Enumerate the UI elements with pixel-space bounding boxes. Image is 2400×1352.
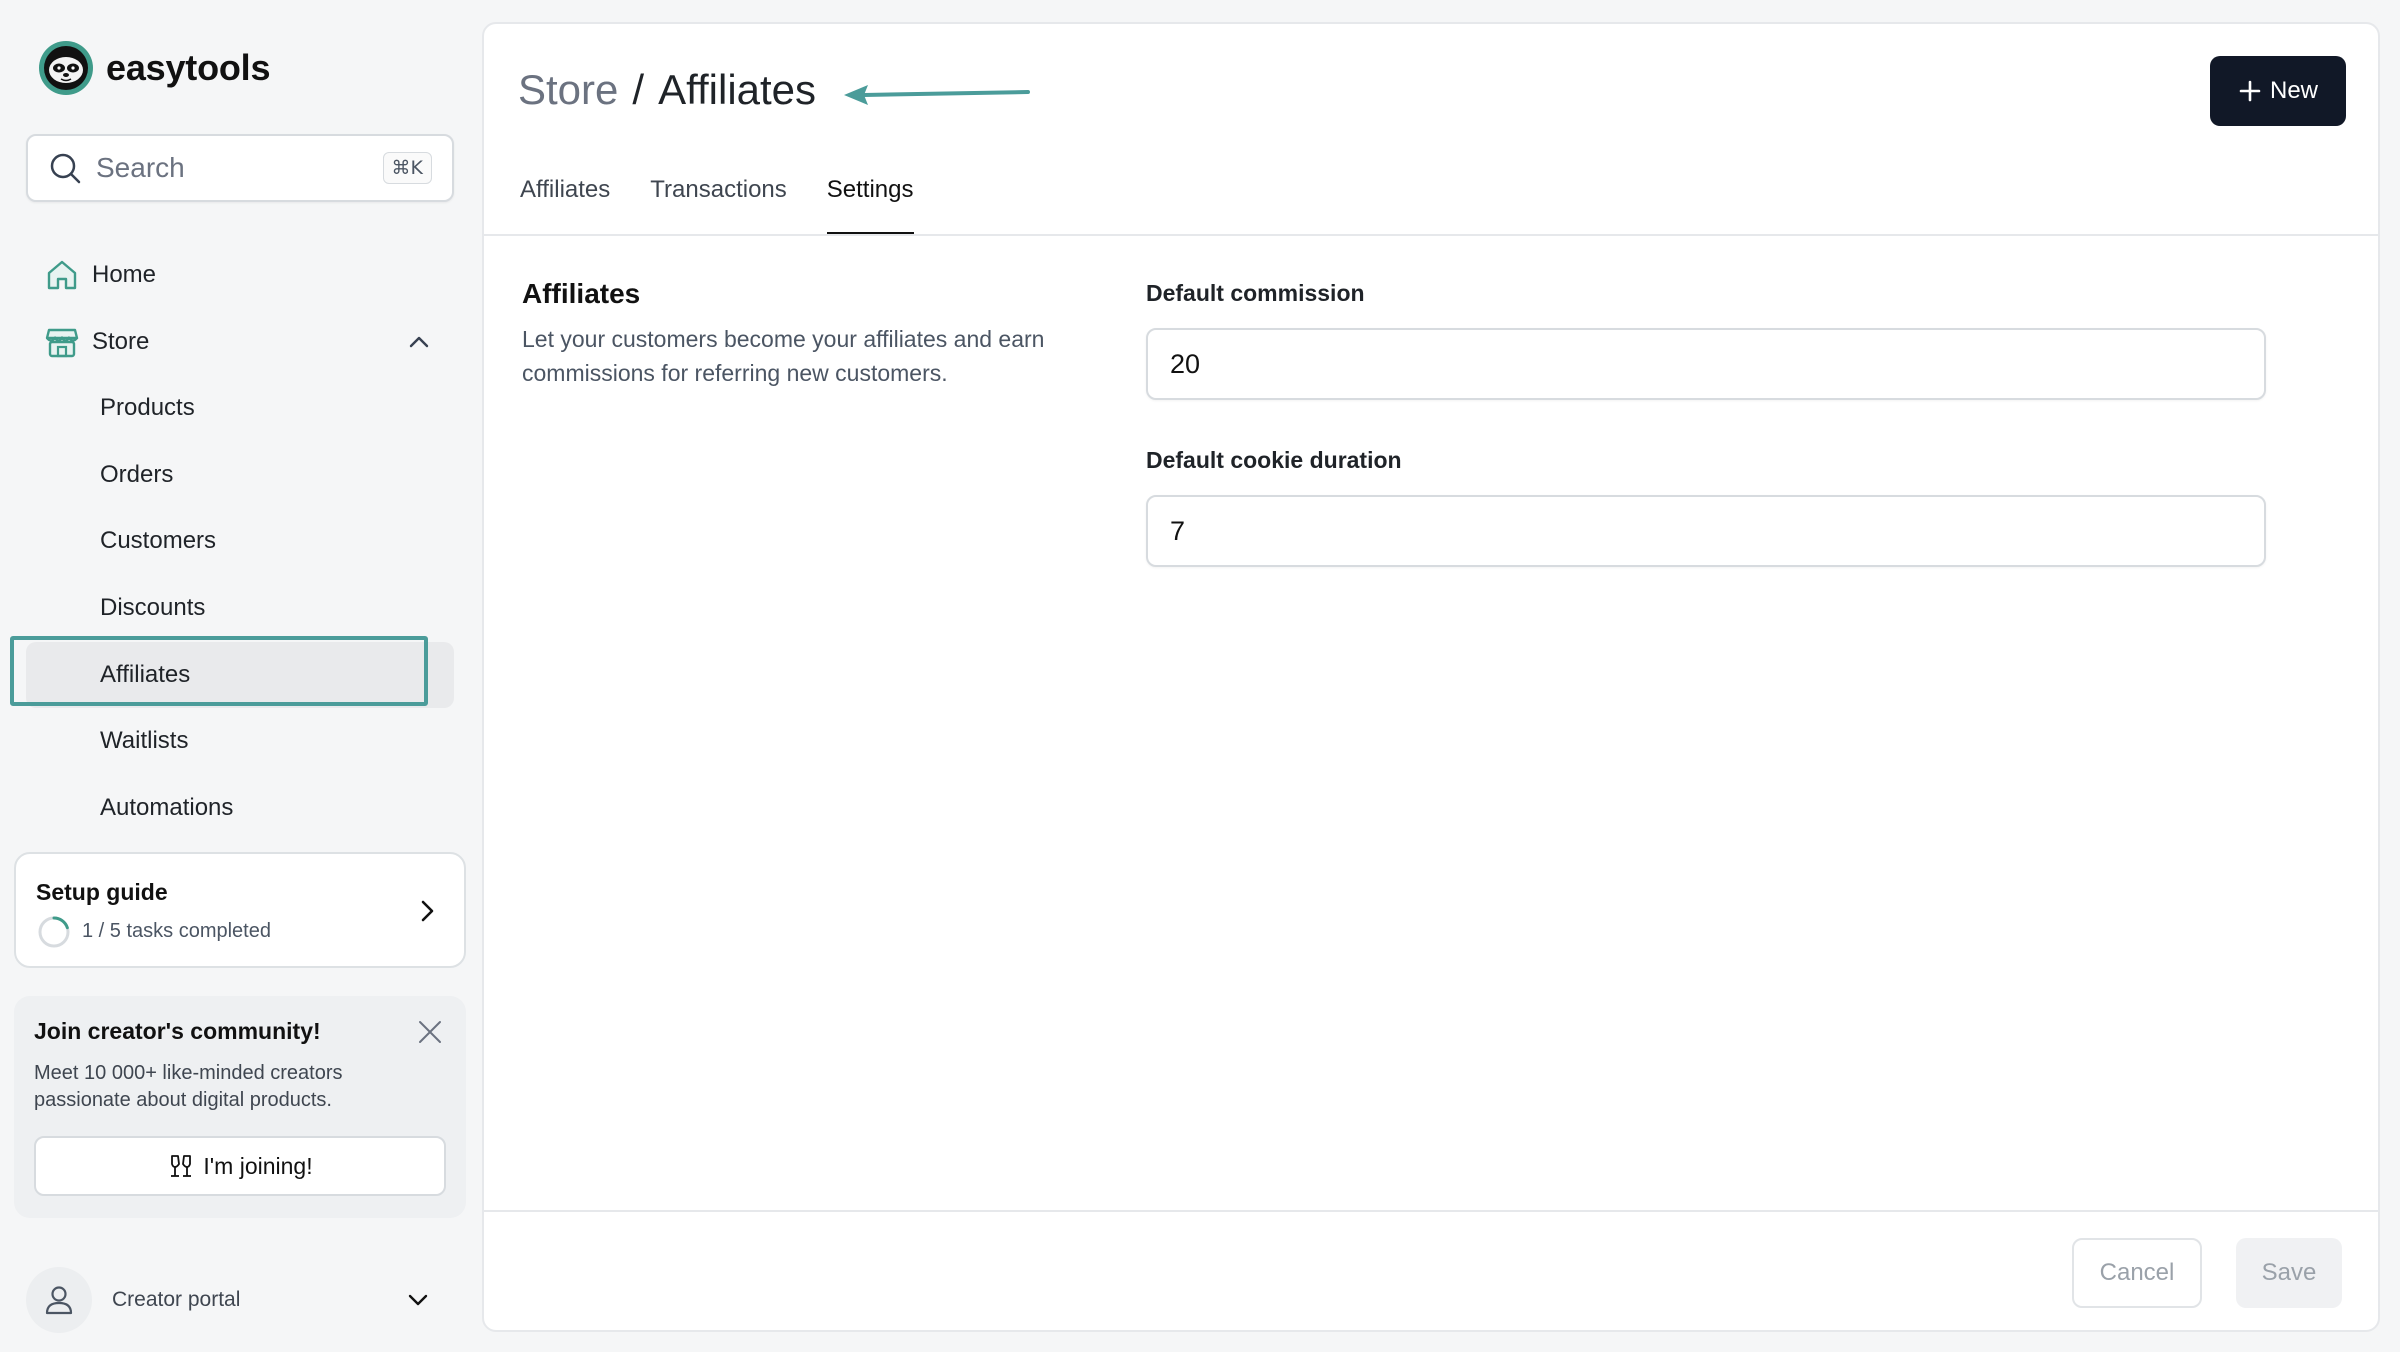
cancel-button[interactable]: Cancel bbox=[2072, 1238, 2202, 1308]
tab-transactions[interactable]: Transactions bbox=[650, 176, 787, 236]
chevron-right-icon bbox=[421, 900, 434, 922]
plus-icon bbox=[2239, 80, 2261, 102]
sloth-logo-icon bbox=[39, 41, 93, 95]
search-icon bbox=[50, 153, 81, 184]
chevron-up-icon[interactable] bbox=[406, 329, 432, 355]
home-icon bbox=[47, 260, 77, 290]
creator-portal-label: Creator portal bbox=[112, 1288, 241, 1311]
section-description: Let your customers become your affiliate… bbox=[522, 326, 1045, 386]
sidebar-item-products[interactable]: Products bbox=[26, 375, 454, 441]
footer-divider bbox=[484, 1210, 2378, 1212]
new-button[interactable]: New bbox=[2210, 56, 2346, 126]
join-community-button[interactable]: I'm joining! bbox=[34, 1136, 446, 1196]
new-button-label: New bbox=[2269, 77, 2318, 104]
tab-settings[interactable]: Settings bbox=[826, 176, 914, 236]
breadcrumb: Store / Affiliates bbox=[518, 66, 816, 114]
breadcrumb-separator: / bbox=[632, 66, 645, 113]
breadcrumb-store[interactable]: Store bbox=[518, 66, 618, 114]
sidebar-item-waitlists[interactable]: Waitlists bbox=[26, 708, 454, 774]
section-title: Affiliates bbox=[522, 278, 641, 309]
sidebar-item-customers[interactable]: Customers bbox=[26, 508, 454, 574]
tabs-divider bbox=[484, 234, 2378, 236]
sidebar-item-label: Home bbox=[92, 261, 157, 288]
sidebar-item-affiliates[interactable]: Affiliates bbox=[26, 642, 454, 708]
cheers-icon bbox=[171, 1155, 192, 1177]
setup-guide-card[interactable]: Setup guide 1 / 5 tasks completed bbox=[14, 852, 466, 968]
store-icon bbox=[45, 328, 79, 358]
brand-name: easytools bbox=[106, 47, 271, 88]
tab-affiliates[interactable]: Affiliates bbox=[520, 176, 610, 236]
sidebar: easytools Search ⌘K Home Store Products … bbox=[0, 0, 480, 1352]
setup-guide-progress: 1 / 5 tasks completed bbox=[82, 920, 271, 942]
sidebar-item-automations[interactable]: Automations bbox=[26, 775, 454, 841]
creator-portal-switcher[interactable]: Creator portal bbox=[26, 1262, 454, 1338]
page-title: Affiliates bbox=[658, 66, 817, 113]
sidebar-item-home[interactable]: Home bbox=[26, 242, 454, 308]
avatar bbox=[26, 1267, 92, 1333]
search-box[interactable]: Search ⌘K bbox=[26, 134, 454, 202]
community-description: Meet 10 000+ like-minded creators passio… bbox=[34, 1062, 343, 1111]
tab-bar: Affiliates Transactions Settings bbox=[520, 176, 954, 236]
search-shortcut: ⌘K bbox=[382, 152, 432, 184]
chevron-down-icon bbox=[408, 1294, 428, 1306]
default-commission-input[interactable] bbox=[1146, 328, 2266, 400]
default-commission-label: Default commission bbox=[1146, 280, 1365, 306]
community-card: Join creator's community! Meet 10 000+ l… bbox=[14, 996, 466, 1218]
arrow-annotation-icon bbox=[844, 85, 1030, 105]
close-icon[interactable] bbox=[414, 1016, 446, 1048]
community-title: Join creator's community! bbox=[34, 1018, 321, 1044]
join-button-label: I'm joining! bbox=[203, 1152, 313, 1179]
default-cookie-duration-input[interactable] bbox=[1146, 495, 2266, 567]
sidebar-item-orders[interactable]: Orders bbox=[26, 442, 454, 508]
brand[interactable]: easytools bbox=[38, 40, 270, 96]
search-placeholder: Search bbox=[96, 152, 185, 183]
save-button[interactable]: Save bbox=[2236, 1238, 2342, 1308]
progress-ring-icon bbox=[38, 916, 70, 948]
user-icon bbox=[45, 1286, 73, 1315]
default-cookie-duration-label: Default cookie duration bbox=[1146, 447, 1402, 473]
sidebar-item-discounts[interactable]: Discounts bbox=[26, 575, 454, 641]
sidebar-item-store[interactable]: Store bbox=[26, 309, 454, 375]
sidebar-item-label: Store bbox=[92, 328, 150, 355]
main-panel: Store / Affiliates New Affiliates Transa… bbox=[482, 22, 2380, 1332]
setup-guide-title: Setup guide bbox=[36, 879, 168, 905]
